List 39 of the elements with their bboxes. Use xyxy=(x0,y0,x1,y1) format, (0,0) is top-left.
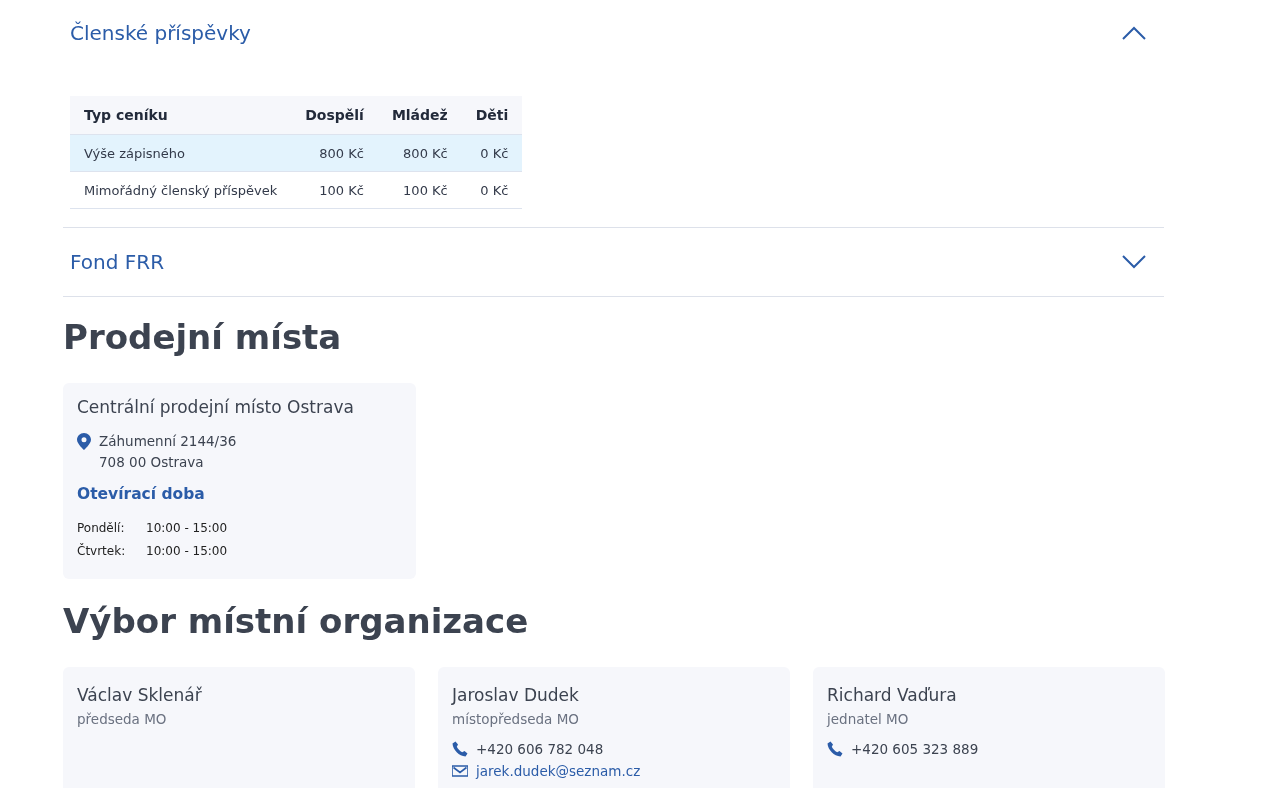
table-cell: Mimořádný členský příspěvek xyxy=(70,171,292,209)
member-role: jednatel MO xyxy=(827,711,910,727)
email-link[interactable]: jarek.dudek@seznam.cz xyxy=(476,763,641,779)
member-name: Václav Sklenář xyxy=(77,685,203,705)
envelope-icon xyxy=(452,763,468,779)
member-role: místopředseda MO xyxy=(452,711,580,727)
accordion-header[interactable]: Členské příspěvky xyxy=(63,0,1164,66)
hours-value: 10:00 - 15:00 xyxy=(146,520,228,537)
member-role: předseda MO xyxy=(77,711,168,727)
section-heading: Prodejní místa xyxy=(63,317,343,357)
card-title: Centrální prodejní místo Ostrava xyxy=(77,397,355,417)
table-cell: 100 Kč xyxy=(291,171,378,209)
address-line: 708 00 Ostrava xyxy=(99,453,205,472)
phone-number: +420 605 323 889 xyxy=(851,741,979,757)
accordion-header[interactable]: Fond FRR xyxy=(63,228,1164,296)
column-header: Děti xyxy=(461,96,523,135)
hours-title: Otevírací doba xyxy=(77,485,206,503)
chevron-down-icon xyxy=(1122,255,1146,269)
table-cell: 800 Kč xyxy=(291,134,378,172)
location-pin-icon xyxy=(77,433,91,450)
column-header: Typ ceníku xyxy=(70,96,292,135)
day-label: Pondělí: xyxy=(77,520,126,537)
hours-value: 10:00 - 15:00 xyxy=(146,543,228,560)
day-label: Čtvrtek: xyxy=(77,542,127,560)
address-line: Záhumenní 2144/36 xyxy=(99,432,237,451)
chevron-up-icon xyxy=(1122,26,1146,40)
phone-number: +420 606 782 048 xyxy=(476,741,604,757)
member-name: Richard Vaďura xyxy=(827,685,958,705)
column-header: Dospělí xyxy=(291,96,378,135)
table-cell: Výše zápisného xyxy=(70,134,292,172)
table-cell: 100 Kč xyxy=(377,171,462,209)
table-cell: 0 Kč xyxy=(461,134,523,172)
table-cell: 0 Kč xyxy=(461,171,523,209)
table-cell: 800 Kč xyxy=(377,134,462,172)
phone-icon xyxy=(452,741,468,757)
section-heading: Výbor místní organizace xyxy=(63,601,530,641)
member-name: Jaroslav Dudek xyxy=(452,685,580,705)
column-header: Mládež xyxy=(377,96,462,135)
phone-icon xyxy=(827,741,843,757)
